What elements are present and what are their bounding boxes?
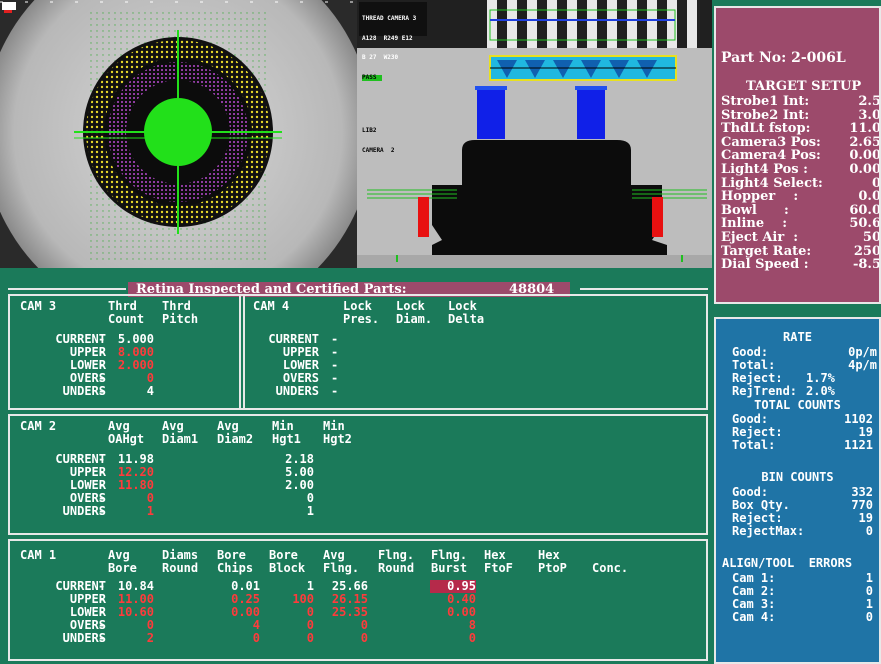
cam3-unders-thrd-count: 4 xyxy=(146,384,154,398)
cam2-header-avg-diam2-2: Diam2 xyxy=(217,432,254,446)
bin-rejmax-label: RejectMax: xyxy=(732,524,805,538)
cam1-unders-bore: 2 xyxy=(146,631,154,645)
target-row: Eject Air :50 xyxy=(721,229,881,245)
thread-camera-line2: A128 R249 E12 xyxy=(362,34,413,42)
bin-counts-title: BIN COUNTS xyxy=(761,470,834,484)
target-row: Target Rate: 250 xyxy=(721,243,881,259)
cam4-header-lock-pres-2: Pres. xyxy=(343,312,380,326)
cam4-row-label-unders: UNDERS xyxy=(275,384,319,398)
camera-view-top xyxy=(0,0,357,268)
cam1-header-bore-block-2: Block xyxy=(269,561,306,575)
row-dash: - xyxy=(331,384,339,398)
total-total-label: Total: xyxy=(732,438,776,452)
cam2-header-min-hgt1-2: Hgt1 xyxy=(272,432,301,446)
target-row: Dial Speed : -8.5 xyxy=(721,257,881,273)
target-row: Light4 Select: 0 xyxy=(721,175,881,191)
cam4-title: CAM 4 xyxy=(253,299,290,313)
target-setup-title: TARGET SETUP xyxy=(746,79,862,94)
cam1-header-bore-chips-2: Chips xyxy=(217,561,254,575)
cam1-header-flng-round-2: Round xyxy=(378,561,415,575)
cam1-header-avg-bore-2: Bore xyxy=(108,561,137,575)
target-row: ThdLt fstop: 11.0 xyxy=(721,121,881,137)
total-counts-title: TOTAL COUNTS xyxy=(754,398,841,412)
target-row: Camera3 Pos: 2.65 xyxy=(721,134,881,150)
rate-rejtrend-label: RejTrend: xyxy=(732,384,798,398)
panel-divider xyxy=(239,296,241,410)
target-row: Light4 Pos :0.00 xyxy=(721,161,881,177)
camera2-label: CAMERA 2 xyxy=(362,146,395,154)
row-dash: - xyxy=(98,504,106,518)
rate-total-value: 4p/m xyxy=(848,358,877,372)
target-row: Inline :50.6 xyxy=(721,216,881,232)
cam1-header-diams-round-2: Round xyxy=(162,561,199,575)
part-number: Part No: 2-006L xyxy=(721,50,846,66)
cam4-header-lock-diam-2: Diam. xyxy=(396,312,433,326)
cam2-header-min-hgt2-2: Hgt2 xyxy=(323,432,352,446)
cam1-header-avg-flng-2: Flng. xyxy=(323,561,360,575)
status-strip xyxy=(0,268,712,280)
cam2-unders-oahgt: 1 xyxy=(146,504,154,518)
align-tool-errors-title: ALIGN/TOOL ERRORS xyxy=(722,556,853,570)
cam3-header-thrd-count-2: Count xyxy=(108,312,145,326)
cam1-header-flng-burst-2: Burst xyxy=(431,561,468,575)
cam4-header-lock-delta-2: Delta xyxy=(448,312,485,326)
cam1-unders-block: 0 xyxy=(306,631,314,645)
thread-camera-overlay: THREAD CAMERA 3 A128 R249 E12 B 27 W230 … xyxy=(362,3,416,94)
cam1-header-conc: Conc. xyxy=(592,561,629,575)
rate-panel: RATE Good: 0p/m Total: 4p/m Reject: 1.7%… xyxy=(714,317,881,664)
panel-divider xyxy=(243,296,245,410)
cam1-title: CAM 1 xyxy=(20,548,57,562)
target-setup-panel: Part No: 2-006L TARGET SETUP Strobe1 Int… xyxy=(714,6,881,304)
thread-pass-status: PASS xyxy=(362,74,382,81)
cam4-error-value: 0 xyxy=(865,610,873,624)
cam2-panel: CAM 2 Avg OAHgt Avg Diam1 Avg Diam2 Min … xyxy=(8,414,708,535)
bin-rejmax-value: 0 xyxy=(865,524,873,538)
cam3-title: CAM 3 xyxy=(20,299,57,313)
cam2-header-avg-oahgt-2: OAHgt xyxy=(108,432,145,446)
cam4-error-label: Cam 4: xyxy=(732,610,776,624)
thread-camera-line3: B 27 W230 xyxy=(362,54,399,61)
target-row: Strobe2 Int: 3.0 xyxy=(721,107,881,123)
cam2-unders-hgt1: 1 xyxy=(306,504,314,518)
lib-label: LIB2 xyxy=(362,127,377,134)
cam1-unders-burst: 0 xyxy=(468,631,476,645)
target-row: Camera4 Pos: 0.00 xyxy=(721,148,881,164)
cam3-header-thrd-pitch-2: Pitch xyxy=(162,312,199,326)
rate-rejtrend-value: 2.0% xyxy=(806,384,835,398)
row-dash: - xyxy=(98,384,106,398)
target-row: Bowl :60.0 xyxy=(721,202,881,218)
cam1-header-hex-ptop-2: PtoP xyxy=(538,561,567,575)
target-row: Strobe1 Int: 2.5 xyxy=(721,94,881,109)
cam1-panel: CAM 1 Avg Bore Diams Round Bore Chips Bo… xyxy=(8,539,708,661)
rate-title: RATE xyxy=(783,330,812,344)
cam2-title: CAM 2 xyxy=(20,419,57,433)
cam3-cam4-panel: CAM 3 Thrd Count Thrd Pitch CURRENT UPPE… xyxy=(8,294,708,410)
row-dash: - xyxy=(98,631,106,645)
target-row: Hopper :0.0 xyxy=(721,189,881,205)
cam1-unders-chips: 0 xyxy=(252,631,260,645)
camera-top-image xyxy=(0,0,357,268)
banner-rule-right xyxy=(580,288,708,290)
thread-camera-label: THREAD CAMERA 3 xyxy=(362,15,417,22)
cam1-unders-flng: 0 xyxy=(360,631,368,645)
cam1-header-hex-ftof-2: FtoF xyxy=(484,561,513,575)
banner-rule-left xyxy=(8,288,126,290)
camera2-overlay: LIB2 CAMERA 2 xyxy=(362,115,395,167)
cam2-header-avg-diam1-2: Diam1 xyxy=(162,432,199,446)
camera-view-side: THREAD CAMERA 3 A128 R249 E12 B 27 W230 … xyxy=(357,0,712,268)
total-total-value: 1121 xyxy=(844,438,873,452)
target-setup-list: Strobe1 Int: 2.5 Strobe2 Int: 3.0 ThdLt fs… xyxy=(721,94,881,273)
